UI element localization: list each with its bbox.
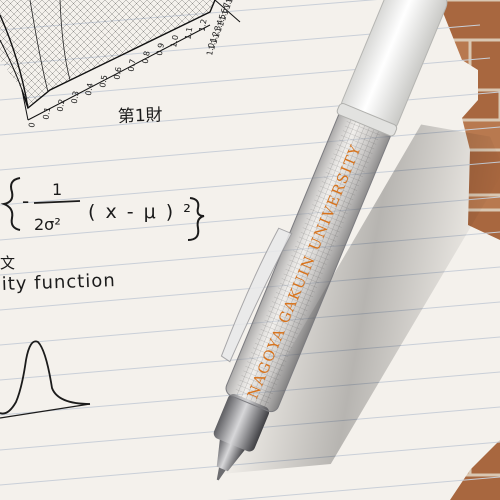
scene-svg: 00.10.20.30.40.50.60.70.80.91.01.11.2 1.… — [0, 0, 500, 500]
photo-scene: 0 0.1 0.2 0.3 0.4 0.5 0.6 0.7 0.8 0.9 1.0 1.1 1.2 1.… — [0, 0, 500, 500]
formula-numerator: 1 — [52, 180, 62, 199]
plot-axis-caption: 第1財 — [117, 105, 162, 127]
caption-text: ity function — [1, 270, 116, 295]
formula-body: ( x - μ ) ² — [88, 201, 193, 223]
formula-denominator: 2σ² — [34, 215, 61, 234]
formula-prefix: - — [22, 189, 29, 213]
caption-partial-char: 文 — [0, 254, 15, 272]
